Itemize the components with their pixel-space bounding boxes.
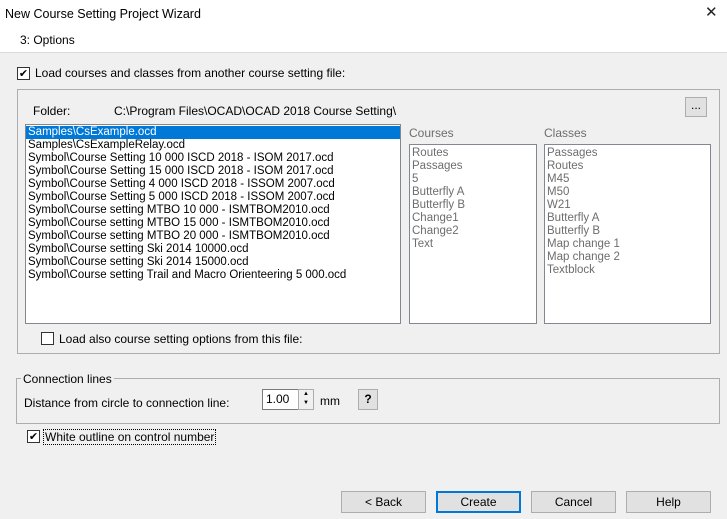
- classes-label: Classes: [544, 126, 587, 140]
- folder-path: C:\Program Files\OCAD\OCAD 2018 Course S…: [114, 104, 397, 118]
- title-bar: New Course Setting Project Wizard ✕: [0, 0, 727, 28]
- distance-help-button[interactable]: ?: [358, 389, 378, 410]
- distance-stepper[interactable]: ▲ ▼: [298, 389, 314, 410]
- class-list-item[interactable]: M45: [545, 173, 710, 186]
- distance-input[interactable]: 1.00: [262, 389, 299, 410]
- spin-up-icon[interactable]: ▲: [299, 390, 313, 399]
- file-list-item[interactable]: Samples\CsExample.ocd: [26, 126, 400, 139]
- file-list-item[interactable]: Symbol\Course Setting 4 000 ISCD 2018 - …: [26, 178, 400, 191]
- file-list-item[interactable]: Symbol\Course setting Ski 2014 10000.ocd: [26, 243, 400, 256]
- browse-folder-button[interactable]: ...: [685, 97, 707, 117]
- class-list-item[interactable]: Butterfly B: [545, 225, 710, 238]
- class-list-item[interactable]: Map change 2: [545, 251, 710, 264]
- class-list-item[interactable]: Butterfly A: [545, 212, 710, 225]
- folder-label: Folder:: [33, 104, 71, 118]
- class-list-item[interactable]: M50: [545, 186, 710, 199]
- course-list-item[interactable]: Change1: [410, 212, 536, 225]
- courses-listbox[interactable]: Routes Passages 5 Butterfly A Butterfly B Cha…: [409, 144, 537, 324]
- file-list-item[interactable]: Symbol\Course setting Trail and Macro Or…: [26, 269, 400, 282]
- file-list-item[interactable]: Symbol\Course Setting 15 000 ISCD 2018 -…: [26, 165, 400, 178]
- cancel-button[interactable]: Cancel: [531, 491, 616, 513]
- course-list-item[interactable]: 5: [410, 173, 536, 186]
- connection-lines-group-label: Connection lines: [21, 372, 114, 386]
- back-button[interactable]: < Back: [341, 491, 426, 513]
- file-list-item[interactable]: Symbol\Course setting MTBO 10 000 - ISMT…: [26, 204, 400, 217]
- file-listbox[interactable]: Samples\CsExample.ocd Samples\CsExampleRe…: [25, 124, 401, 324]
- load-options-label: Load also course setting options from th…: [59, 332, 303, 346]
- course-list-item[interactable]: Text: [410, 238, 536, 251]
- white-outline-label: White outline on control number: [43, 429, 217, 445]
- file-list-item[interactable]: Symbol\Course setting Ski 2014 15000.ocd: [26, 256, 400, 269]
- class-list-item[interactable]: Textblock: [545, 264, 710, 277]
- class-list-item[interactable]: Passages: [545, 147, 710, 160]
- unit-label: mm: [320, 394, 340, 408]
- create-button[interactable]: Create: [436, 491, 521, 513]
- white-outline-checkbox[interactable]: ✔: [27, 430, 40, 443]
- courses-label: Courses: [409, 126, 454, 140]
- classes-listbox[interactable]: Passages Routes M45 M50 W21 Butterfly A Butter…: [544, 144, 711, 324]
- course-list-item[interactable]: Butterfly B: [410, 199, 536, 212]
- help-button[interactable]: Help: [626, 491, 711, 513]
- wizard-header: 3: Options: [0, 28, 727, 53]
- file-list-item[interactable]: Symbol\Course Setting 10 000 ISCD 2018 -…: [26, 152, 400, 165]
- step-label: 3: Options: [20, 33, 75, 47]
- class-list-item[interactable]: W21: [545, 199, 710, 212]
- file-list-item[interactable]: Symbol\Course setting MTBO 15 000 - ISMT…: [26, 217, 400, 230]
- course-list-item[interactable]: Change2: [410, 225, 536, 238]
- load-options-checkbox[interactable]: [41, 332, 54, 345]
- distance-label: Distance from circle to connection line:: [24, 396, 230, 410]
- window-title: New Course Setting Project Wizard: [5, 7, 201, 21]
- spin-down-icon[interactable]: ▼: [299, 399, 313, 408]
- course-list-item[interactable]: Passages: [410, 160, 536, 173]
- load-from-file-checkbox[interactable]: ✔: [17, 67, 30, 80]
- load-from-file-label: Load courses and classes from another co…: [35, 66, 346, 80]
- close-icon[interactable]: ✕: [705, 4, 718, 22]
- file-list-item[interactable]: Samples\CsExampleRelay.ocd: [26, 139, 400, 152]
- class-list-item[interactable]: Map change 1: [545, 238, 710, 251]
- file-list-item[interactable]: Symbol\Course Setting 5 000 ISCD 2018 - …: [26, 191, 400, 204]
- course-list-item[interactable]: Butterfly A: [410, 186, 536, 199]
- class-list-item[interactable]: Routes: [545, 160, 710, 173]
- course-list-item[interactable]: Routes: [410, 147, 536, 160]
- file-list-item[interactable]: Symbol\Course setting MTBO 20 000 - ISMT…: [26, 230, 400, 243]
